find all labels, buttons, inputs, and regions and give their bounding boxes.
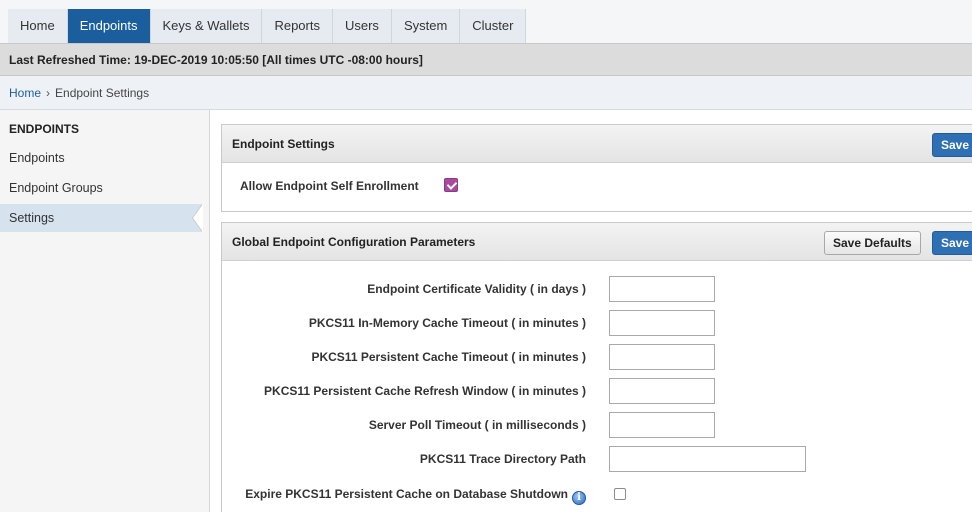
top-navigation-bar: Home Endpoints Keys & Wallets Reports Us…: [0, 0, 972, 43]
persistent-cache-timeout-label: PKCS11 Persistent Cache Timeout ( in min…: [311, 350, 586, 364]
endpoint-settings-title: Endpoint Settings: [232, 137, 335, 151]
tab-users[interactable]: Users: [332, 9, 392, 43]
form-row-inmemory-cache: PKCS11 In-Memory Cache Timeout ( in minu…: [222, 310, 972, 336]
breadcrumb-current: Endpoint Settings: [55, 86, 150, 100]
global-config-header: Global Endpoint Configuration Parameters…: [222, 223, 972, 261]
trace-directory-path-input[interactable]: [609, 446, 806, 472]
endpoint-settings-save-button[interactable]: Save: [932, 133, 972, 157]
tab-system[interactable]: System: [391, 9, 461, 43]
server-poll-timeout-input[interactable]: [609, 412, 715, 438]
expire-cache-label-group: Expire PKCS11 Persistent Cache on Databa…: [245, 487, 586, 505]
self-enrollment-row: Allow Endpoint Self Enrollment: [222, 163, 972, 210]
form-row-server-poll: Server Poll Timeout ( in milliseconds ): [222, 412, 972, 438]
endpoint-settings-header: Endpoint Settings Save: [222, 125, 972, 163]
persistent-cache-timeout-input[interactable]: [609, 344, 715, 370]
active-indicator-arrow-fill: [193, 204, 203, 232]
tab-cluster[interactable]: Cluster: [460, 9, 527, 43]
inmemory-cache-timeout-input[interactable]: [609, 310, 715, 336]
server-poll-timeout-label: Server Poll Timeout ( in milliseconds ): [368, 418, 586, 432]
global-config-save-button[interactable]: Save: [932, 231, 972, 255]
tab-endpoints[interactable]: Endpoints: [67, 9, 151, 43]
sidebar-item-settings-label: Settings: [9, 211, 55, 225]
form-row-cert-validity: Endpoint Certificate Validity ( in days …: [222, 276, 972, 302]
tab-keys-and-wallets[interactable]: Keys & Wallets: [150, 9, 263, 43]
expire-cache-checkbox[interactable]: [614, 488, 626, 500]
info-icon[interactable]: i: [572, 491, 586, 505]
self-enrollment-checkbox[interactable]: [444, 178, 458, 192]
sidebar-heading: ENDPOINTS: [9, 122, 80, 136]
global-config-panel: Global Endpoint Configuration Parameters…: [221, 222, 972, 512]
sidebar-item-settings[interactable]: Settings: [0, 204, 203, 232]
cert-validity-label: Endpoint Certificate Validity ( in days …: [367, 282, 586, 296]
refresh-window-input[interactable]: [609, 378, 715, 404]
tab-reports[interactable]: Reports: [262, 9, 333, 43]
last-refreshed-text: Last Refreshed Time: 19-DEC-2019 10:05:5…: [9, 53, 423, 67]
cert-validity-input[interactable]: [609, 276, 715, 302]
main-tabs: Home Endpoints Keys & Wallets Reports Us…: [8, 9, 527, 43]
sidebar: ENDPOINTS Endpoints Endpoint Groups Sett…: [0, 110, 210, 512]
sidebar-item-endpoints[interactable]: Endpoints: [0, 144, 200, 172]
self-enrollment-label: Allow Endpoint Self Enrollment: [240, 179, 419, 193]
endpoint-settings-panel: Endpoint Settings Save Allow Endpoint Se…: [221, 124, 972, 212]
inmemory-cache-timeout-label: PKCS11 In-Memory Cache Timeout ( in minu…: [308, 316, 586, 330]
expire-cache-label: Expire PKCS11 Persistent Cache on Databa…: [245, 487, 568, 501]
trace-directory-path-label: PKCS11 Trace Directory Path: [419, 452, 586, 466]
chevron-right-icon: ›: [46, 86, 51, 100]
form-row-expire-cache: Expire PKCS11 Persistent Cache on Databa…: [222, 481, 972, 507]
breadcrumb: Home › Endpoint Settings: [0, 76, 972, 110]
breadcrumb-home-link[interactable]: Home: [9, 86, 41, 100]
refresh-window-label: PKCS11 Persistent Cache Refresh Window (…: [264, 384, 586, 398]
tab-home[interactable]: Home: [8, 9, 68, 43]
refresh-status-bar: Last Refreshed Time: 19-DEC-2019 10:05:5…: [0, 43, 972, 76]
form-row-persistent-cache: PKCS11 Persistent Cache Timeout ( in min…: [222, 344, 972, 370]
form-row-refresh-window: PKCS11 Persistent Cache Refresh Window (…: [222, 378, 972, 404]
sidebar-item-endpoint-groups[interactable]: Endpoint Groups: [0, 174, 200, 202]
global-config-title: Global Endpoint Configuration Parameters: [232, 235, 476, 249]
form-row-trace-path: PKCS11 Trace Directory Path: [222, 446, 972, 472]
save-defaults-button[interactable]: Save Defaults: [824, 231, 921, 255]
breadcrumb-trail: Home › Endpoint Settings: [9, 86, 149, 100]
